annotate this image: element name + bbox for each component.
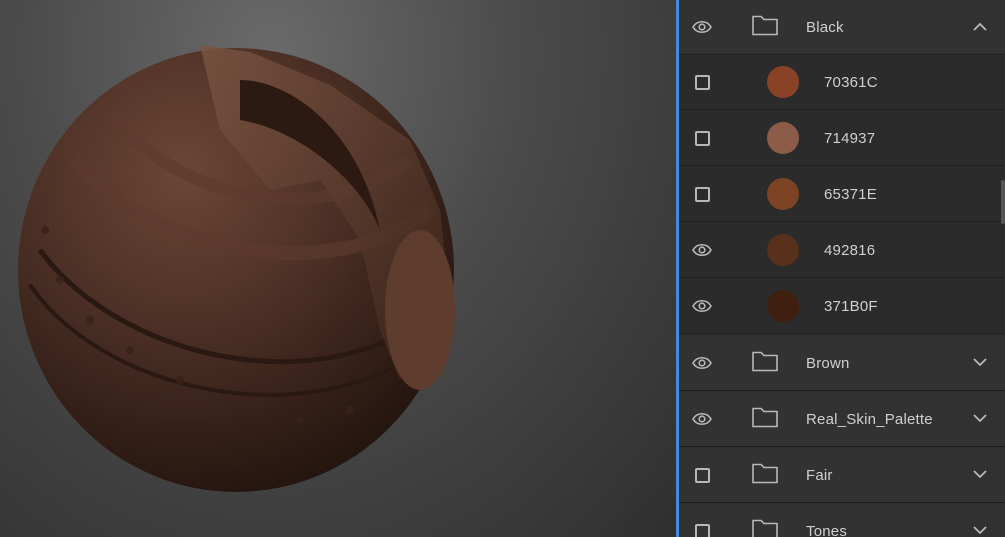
swatch-hex-label: 70361C <box>824 73 878 91</box>
3d-viewport[interactable] <box>0 0 676 537</box>
visibility-checkbox[interactable] <box>691 127 713 149</box>
folder-icon <box>752 350 778 377</box>
eye-icon[interactable] <box>691 16 713 38</box>
folder-row-brown[interactable]: Brown <box>679 336 1005 391</box>
folder-label: Black <box>806 18 844 36</box>
folder-label: Tones <box>806 522 848 537</box>
eye-icon[interactable] <box>691 239 713 261</box>
chevron-down-icon[interactable] <box>973 522 987 537</box>
sculpt-sphere[interactable] <box>0 0 676 537</box>
swatch-row[interactable]: 714937 <box>679 111 1005 166</box>
folder-icon <box>752 14 778 41</box>
visibility-checkbox[interactable] <box>691 71 713 93</box>
color-swatch[interactable] <box>767 122 799 154</box>
swatch-row[interactable]: 65371E <box>679 167 1005 222</box>
palette-panel: Black 70361C 714937 65371E 492816 371B0F <box>679 0 1005 537</box>
chevron-down-icon[interactable] <box>973 466 987 484</box>
eye-icon[interactable] <box>691 295 713 317</box>
folder-icon <box>752 406 778 433</box>
visibility-checkbox[interactable] <box>691 520 713 537</box>
swatch-hex-label: 492816 <box>824 241 876 259</box>
swatch-row[interactable]: 492816 <box>679 223 1005 278</box>
color-swatch[interactable] <box>767 234 799 266</box>
visibility-checkbox[interactable] <box>691 183 713 205</box>
color-swatch[interactable] <box>767 290 799 322</box>
swatch-hex-label: 65371E <box>824 185 877 203</box>
swatch-row[interactable]: 371B0F <box>679 279 1005 334</box>
folder-row-black[interactable]: Black <box>679 0 1005 55</box>
folder-row-tones[interactable]: Tones <box>679 504 1005 537</box>
folder-icon <box>752 518 778 537</box>
swatch-row[interactable]: 70361C <box>679 55 1005 110</box>
folder-row-fair[interactable]: Fair <box>679 448 1005 503</box>
swatch-hex-label: 371B0F <box>824 297 878 315</box>
folder-label: Real_Skin_Palette <box>806 410 933 428</box>
visibility-checkbox[interactable] <box>691 464 713 486</box>
folder-label: Fair <box>806 466 833 484</box>
chevron-down-icon[interactable] <box>973 410 987 428</box>
chevron-down-icon[interactable] <box>973 354 987 372</box>
chevron-up-icon[interactable] <box>973 18 987 36</box>
swatch-hex-label: 714937 <box>824 129 876 147</box>
folder-icon <box>752 462 778 489</box>
folder-label: Brown <box>806 354 850 372</box>
folder-row-real-skin-palette[interactable]: Real_Skin_Palette <box>679 392 1005 447</box>
eye-icon[interactable] <box>691 352 713 374</box>
scrollbar-thumb[interactable] <box>1001 180 1005 224</box>
eye-icon[interactable] <box>691 408 713 430</box>
color-swatch[interactable] <box>767 178 799 210</box>
color-swatch[interactable] <box>767 66 799 98</box>
